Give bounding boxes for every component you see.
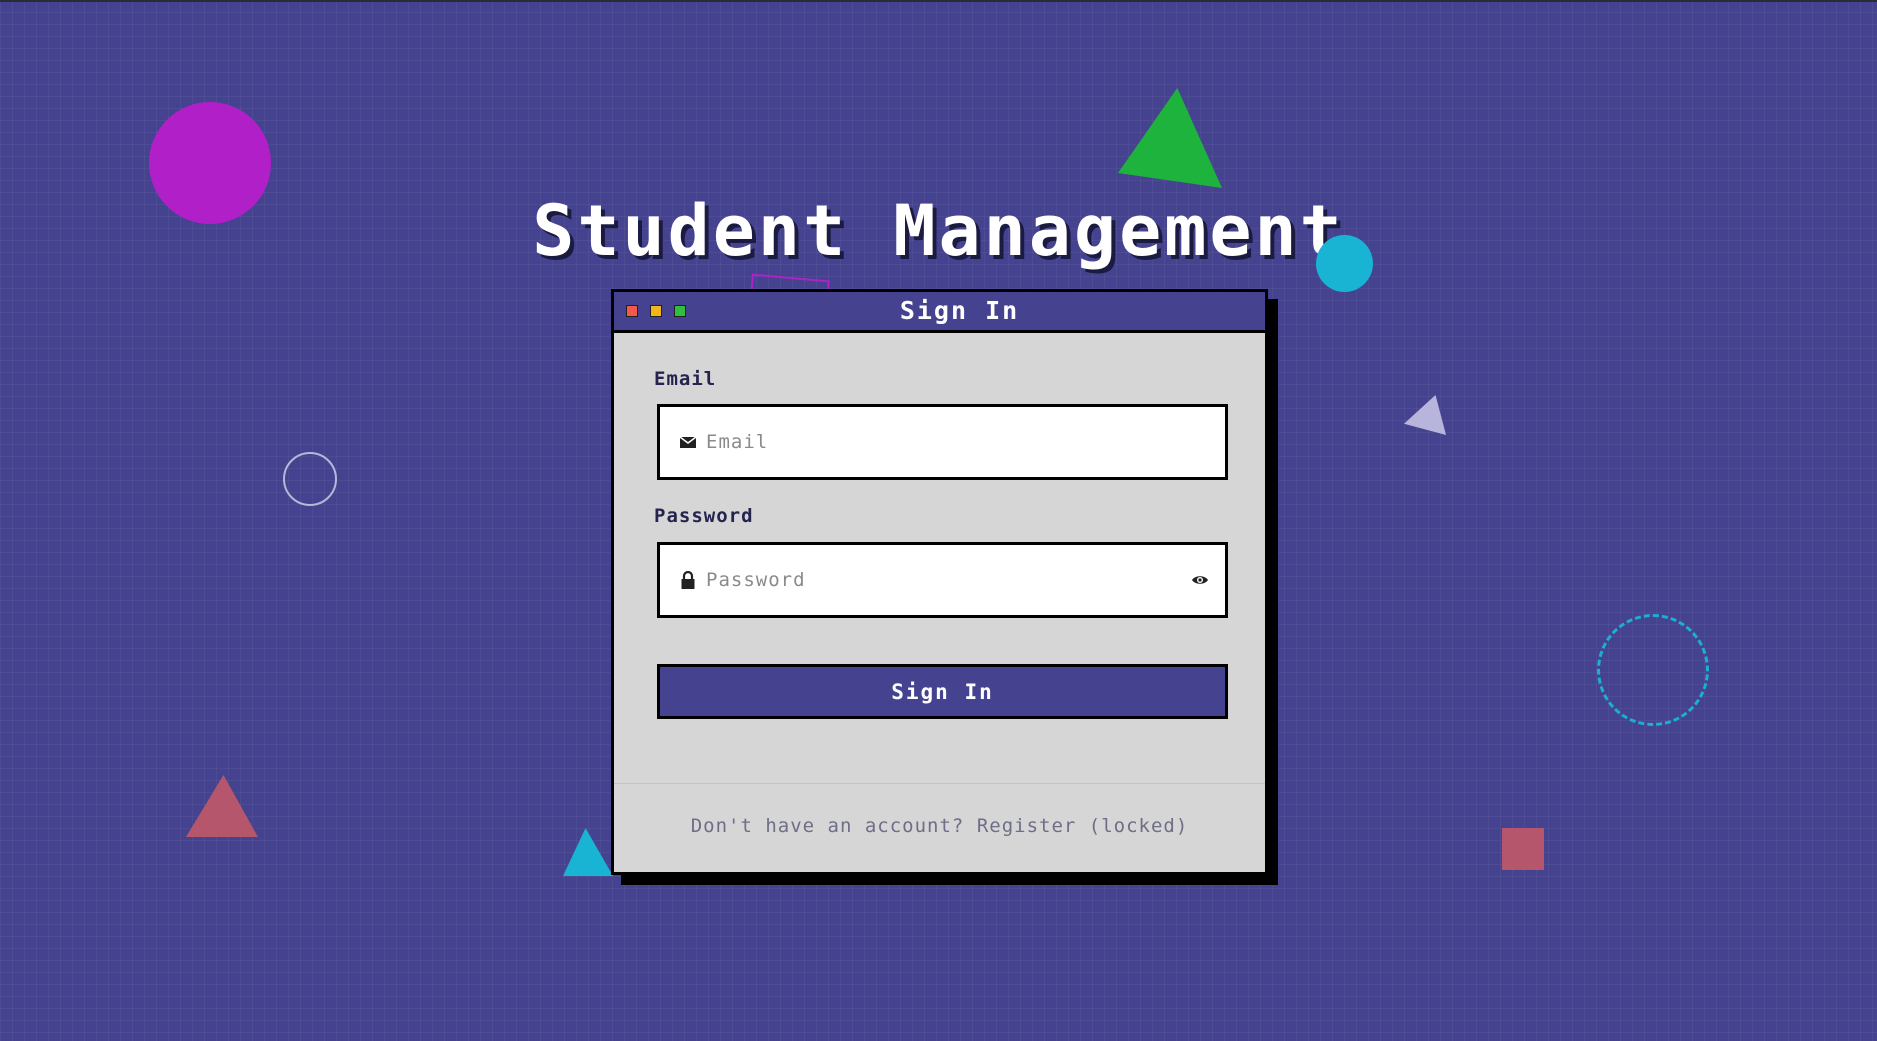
decorative-red-square xyxy=(1502,828,1544,870)
email-field-container[interactable] xyxy=(657,404,1228,480)
password-label: Password xyxy=(654,505,754,527)
register-link[interactable]: Register (locked) xyxy=(977,815,1188,837)
decorative-red-triangle xyxy=(186,775,258,837)
decorative-lavender-triangle xyxy=(1404,395,1446,435)
envelope-icon xyxy=(679,436,697,448)
password-field-container[interactable] xyxy=(657,542,1228,618)
page-title: Student Management xyxy=(532,190,1345,272)
window-title: Sign In xyxy=(899,296,1020,325)
decorative-cyan-triangle xyxy=(563,828,613,876)
email-label: Email xyxy=(654,368,717,390)
lock-icon xyxy=(681,570,695,589)
register-prompt: Don't have an account? Register (locked) xyxy=(614,815,1265,837)
eye-icon[interactable] xyxy=(1191,572,1209,588)
sign-in-button[interactable]: Sign In xyxy=(657,664,1228,719)
register-prompt-text: Don't have an account? xyxy=(690,815,965,837)
window-titlebar: Sign In xyxy=(614,292,1265,333)
password-input[interactable] xyxy=(706,545,1176,615)
footer-divider xyxy=(614,783,1265,784)
decorative-green-triangle xyxy=(1118,88,1222,188)
decorative-cyan-circle xyxy=(1316,235,1373,292)
decorative-white-ring xyxy=(283,452,337,506)
email-input[interactable] xyxy=(706,407,1176,477)
sign-in-window: Sign In Email Password Sign In Don't hav… xyxy=(611,289,1268,875)
decorative-cyan-dashed-ring xyxy=(1597,614,1709,726)
